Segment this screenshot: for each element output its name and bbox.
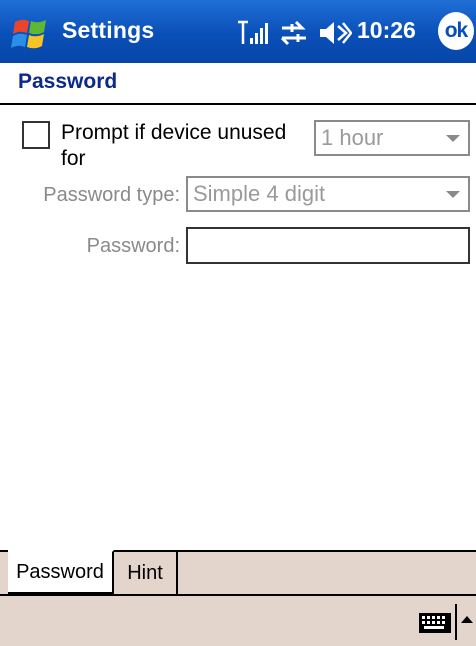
sync-icon[interactable] [278, 20, 310, 46]
windows-start-icon[interactable] [9, 14, 53, 54]
sip-menu-arrow-icon[interactable] [461, 616, 473, 623]
tab-hint[interactable]: Hint [114, 550, 178, 594]
page-title: Password [18, 70, 118, 93]
chevron-down-icon [446, 191, 460, 198]
timeout-dropdown[interactable]: 1 hour [314, 120, 470, 156]
password-field[interactable] [186, 227, 470, 264]
prompt-checkbox[interactable] [22, 121, 50, 149]
app-title: Settings [62, 17, 155, 43]
title-bar: Settings 10:26 ok [0, 0, 476, 63]
keyboard-icon[interactable] [418, 612, 452, 634]
timeout-value: 1 hour [321, 125, 384, 150]
password-label: Password: [86, 235, 180, 257]
signal-icon[interactable] [236, 20, 270, 46]
ok-button[interactable]: ok [438, 12, 474, 50]
menu-bar [0, 594, 476, 646]
password-settings-form: Prompt if device unused for 1 hour Passw… [0, 107, 476, 550]
prompt-label[interactable]: Prompt if device unused for [61, 120, 301, 172]
password-type-label: Password type: [43, 184, 180, 206]
password-type-value: Simple 4 digit [193, 181, 326, 206]
volume-icon[interactable] [318, 19, 352, 47]
tab-password[interactable]: Password [8, 550, 114, 594]
password-type-dropdown[interactable]: Simple 4 digit [186, 176, 470, 212]
tab-strip: Password Hint [0, 550, 476, 594]
page-header: Password [0, 63, 476, 105]
sip-divider [455, 604, 457, 640]
chevron-down-icon [446, 135, 460, 142]
clock[interactable]: 10:26 [357, 17, 416, 44]
